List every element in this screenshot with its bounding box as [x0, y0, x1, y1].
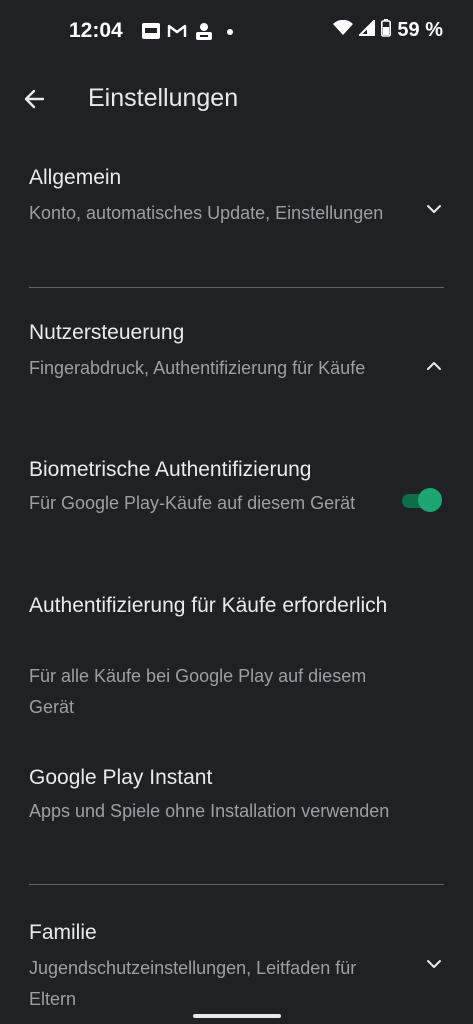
page-title: Einstellungen [88, 84, 239, 112]
status-bar: 12:04 59 % [0, 0, 473, 64]
section-familie[interactable]: Familie Jugendschutzeinstellungen, Leitf… [0, 905, 473, 1010]
setting-subtitle: Für Google Play-Käufe auf diesem Gerät [29, 493, 356, 513]
section-subtitle: Konto, automatisches Update, Einstellung… [29, 203, 384, 223]
gmail-icon [167, 22, 187, 40]
gesture-nav-handle[interactable] [193, 1014, 281, 1018]
game-icon [193, 22, 213, 40]
chevron-down-icon [423, 953, 445, 975]
section-title: Nutzersteuerung [29, 321, 185, 344]
signal-icon [357, 18, 376, 41]
section-allgemein[interactable]: Allgemein Konto, automatisches Update, E… [0, 150, 473, 275]
biometric-toggle[interactable] [402, 488, 442, 512]
status-time: 12:04 [69, 19, 123, 42]
section-title: Allgemein [29, 166, 122, 189]
back-arrow-icon[interactable] [18, 83, 50, 115]
chevron-down-icon [423, 198, 445, 220]
battery-percent: 59 % [397, 19, 443, 41]
setting-title: Authentifizierung für Käufe erforderlich [29, 594, 388, 617]
wifi-icon [333, 19, 354, 41]
status-right: 59 % [333, 18, 443, 42]
divider [29, 884, 444, 885]
setting-subtitle: Apps und Spiele ohne Installation verwen… [29, 801, 390, 821]
section-title: Familie [29, 921, 97, 944]
setting-title: Google Play Instant [29, 766, 213, 789]
section-nutzersteuerung[interactable]: Nutzersteuerung Fingerabdruck, Authentif… [0, 305, 473, 415]
setting-title: Biometrische Authentifizierung [29, 458, 312, 481]
divider [29, 287, 444, 288]
chevron-up-icon [423, 355, 445, 377]
app-bar: Einstellungen [0, 64, 473, 134]
more-notifications-dot [227, 29, 233, 35]
section-subtitle: Fingerabdruck, Authentifizierung für Käu… [29, 358, 366, 378]
mobile-app-icon [141, 22, 161, 40]
setting-google-play-instant[interactable]: Google Play Instant Apps und Spiele ohne… [0, 758, 473, 868]
battery-icon [381, 19, 392, 42]
setting-subtitle: Für alle Käufe bei Google Play auf diese… [29, 666, 367, 717]
toggle-thumb [418, 488, 442, 512]
section-subtitle: Jugendschutzeinstellungen, Leitfaden für… [29, 958, 357, 1009]
setting-purchase-auth[interactable]: Authentifizierung für Käufe erforderlich… [0, 586, 473, 726]
